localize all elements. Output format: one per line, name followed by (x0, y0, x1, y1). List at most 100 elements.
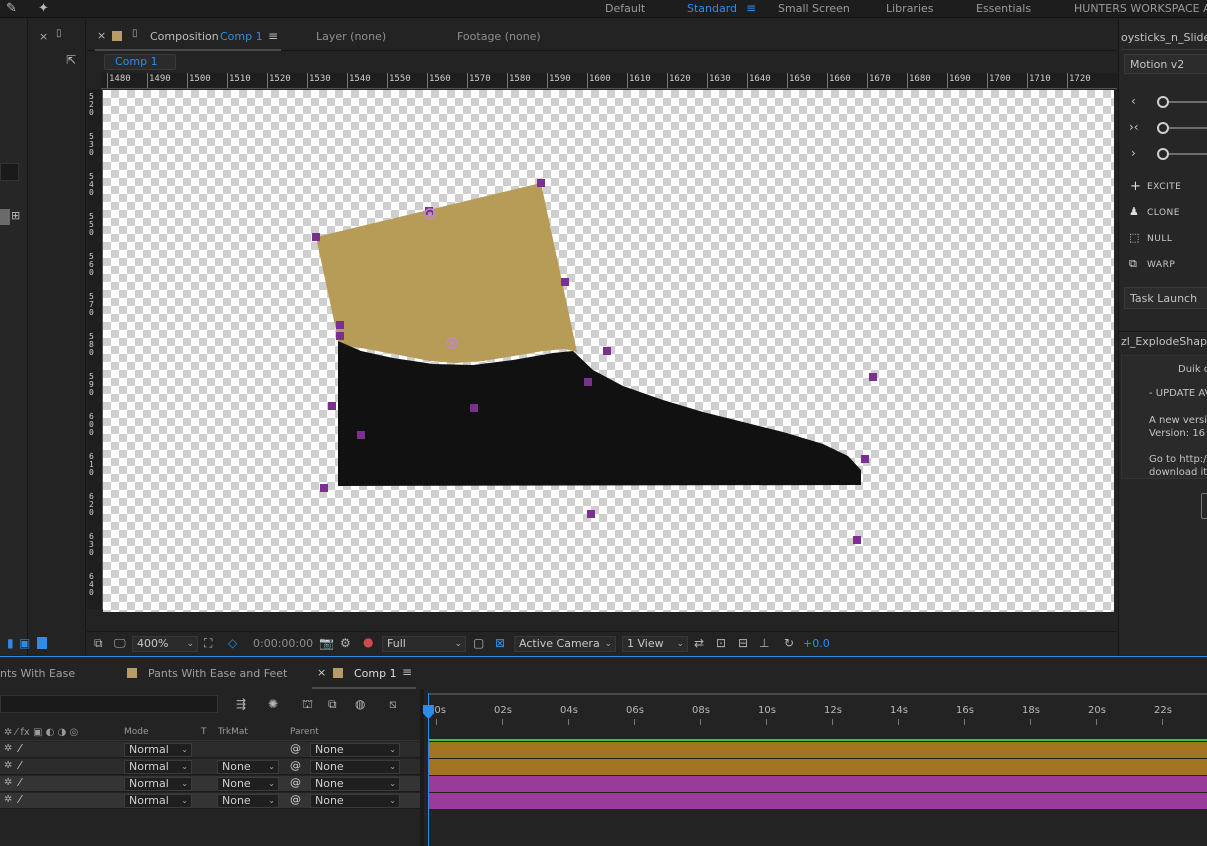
pin-tool-icon[interactable]: ✦ (38, 1, 49, 16)
layer-row[interactable]: ✲ ⁄ Normal ⌄ None ⌄ @ None ⌄ (0, 759, 420, 775)
slider-row-1[interactable]: ‹ (1129, 94, 1207, 108)
monitor-icon[interactable]: 🖵 (114, 636, 126, 650)
always-preview-icon[interactable]: ⧉ (94, 636, 103, 650)
task-launch-field[interactable]: Task Launch (1124, 287, 1207, 309)
show-snapshot-icon[interactable]: ⚙ (340, 636, 351, 650)
null-button[interactable]: NULL (1147, 234, 1172, 244)
clone-button[interactable]: CLONE (1147, 208, 1180, 218)
toggle-pixel-aspect-icon[interactable]: ⇄ (694, 636, 704, 650)
layer-search-input[interactable] (0, 695, 218, 713)
lock-icon[interactable]: ▯ (132, 28, 138, 39)
toggle-mask-icon[interactable] (37, 637, 47, 649)
quality-icon[interactable]: ⁄ (19, 776, 21, 789)
collapse-icon[interactable]: ✲ (4, 794, 12, 805)
collapse-icon[interactable]: ✲ (4, 777, 12, 788)
tab-composition-label[interactable]: Composition (150, 30, 219, 43)
quality-icon[interactable]: ⁄ (19, 759, 21, 772)
comp-breadcrumb[interactable]: Comp 1 (104, 54, 176, 70)
workspace-small-screen[interactable]: Small Screen (778, 2, 850, 15)
slider-knob[interactable] (1157, 96, 1169, 108)
resolution-dropdown[interactable]: Full ⌄ (382, 636, 466, 652)
mask-visibility-icon[interactable]: ◇ (228, 636, 237, 650)
parent-dropdown[interactable]: None ⌄ (310, 794, 400, 808)
tab-pants-with-ease[interactable]: nts With Ease (0, 667, 75, 680)
close-icon[interactable]: × (317, 666, 326, 679)
collapse-icon[interactable]: ✲ (4, 760, 12, 771)
pen-tool-icon[interactable]: ✎ (6, 1, 17, 16)
workspace-hunters[interactable]: HUNTERS WORKSPACE AD (1074, 2, 1207, 15)
transparency-grid-icon[interactable]: ⊠ (495, 636, 505, 650)
workspace-essentials[interactable]: Essentials (976, 2, 1031, 15)
camera-dropdown[interactable]: Active Camera ⌄ (514, 636, 616, 652)
frame-blending-icon[interactable]: ⧉ (328, 697, 337, 711)
layer-duration-bar[interactable] (428, 759, 1207, 775)
fit-frame-icon[interactable]: ⛶ (204, 636, 212, 650)
region-of-interest-icon[interactable]: ▢ (473, 636, 484, 650)
layer-row[interactable]: ✲ ⁄ Normal ⌄ None ⌄ @ None ⌄ (0, 776, 420, 792)
slider-row-3[interactable]: › (1129, 146, 1207, 160)
timeline-toggle-icon[interactable]: ⊟ (738, 636, 748, 650)
pickwhip-icon[interactable]: @ (290, 759, 301, 772)
column-parent[interactable]: Parent (290, 727, 319, 737)
motion-version-dropdown[interactable]: Motion v2 (1124, 54, 1207, 74)
tab-menu-icon[interactable]: ≡ (402, 665, 412, 679)
tab-composition-name[interactable]: Comp 1 (220, 30, 263, 43)
script-button[interactable] (1201, 493, 1207, 519)
mode-dropdown[interactable]: Normal ⌄ (124, 794, 192, 808)
close-icon[interactable]: × (39, 30, 48, 43)
column-t[interactable]: T (201, 727, 207, 737)
slider-knob[interactable] (1157, 122, 1169, 134)
timecode-field[interactable]: 0:00:00:00 (248, 636, 316, 652)
flowchart-icon[interactable]: ⊥ (759, 636, 769, 650)
layer-row[interactable]: ✲ ⁄ Normal ⌄ None ⌄ @ None ⌄ (0, 793, 420, 809)
flowchart-icon[interactable]: ⇱ (66, 53, 76, 67)
mode-dropdown[interactable]: Normal ⌄ (124, 760, 192, 774)
hierarchy-icon[interactable]: ⊞ (11, 209, 20, 222)
left-panel-selected-item[interactable] (0, 209, 10, 225)
trkmat-dropdown[interactable]: None ⌄ (217, 794, 279, 808)
quality-icon[interactable]: ⁄ (19, 793, 21, 806)
slider-knob[interactable] (1157, 148, 1169, 160)
mode-dropdown[interactable]: Normal ⌄ (124, 777, 192, 791)
column-mode[interactable]: Mode (124, 727, 149, 737)
composition-mini-flowchart-icon[interactable]: ⇶ (236, 697, 246, 711)
comp-viewer[interactable] (103, 90, 1114, 612)
collapse-icon[interactable]: ✲ (4, 743, 12, 754)
pickwhip-icon[interactable]: @ (290, 776, 301, 789)
tab-comp-1[interactable]: Comp 1 (354, 667, 397, 680)
left-panel-field[interactable] (0, 163, 19, 181)
layer-duration-bar[interactable] (428, 776, 1207, 792)
graph-editor-icon[interactable]: ⧅ (389, 697, 397, 711)
trkmat-dropdown[interactable]: None ⌄ (217, 777, 279, 791)
tab-footage[interactable]: Footage (none) (457, 30, 541, 43)
fast-previews-icon[interactable]: ⊡ (716, 636, 726, 650)
parent-dropdown[interactable]: None ⌄ (310, 760, 400, 774)
layer-row[interactable]: ✲ ⁄ Normal ⌄ @ None ⌄ (0, 742, 420, 758)
mode-dropdown[interactable]: Normal ⌄ (124, 743, 192, 757)
camera-snapshot-icon[interactable]: 📷 (319, 636, 334, 650)
pickwhip-icon[interactable]: @ (290, 742, 301, 755)
views-dropdown[interactable]: 1 View ⌄ (622, 636, 688, 652)
workspace-standard[interactable]: Standard (687, 2, 737, 15)
workspace-default[interactable]: Default (605, 2, 645, 15)
quality-icon[interactable]: ⁄ (19, 742, 21, 755)
warp-button[interactable]: WARP (1147, 260, 1175, 270)
zoom-dropdown[interactable]: 400% ⌄ (132, 636, 198, 652)
workspace-menu-icon[interactable]: ≡ (746, 1, 756, 15)
trkmat-dropdown[interactable]: None ⌄ (217, 760, 279, 774)
layer-duration-bar[interactable] (428, 742, 1207, 758)
time-ruler[interactable]: 00s 02s 04s 06s 08s 10s 12s 14s 16s 18s 20s 22s (424, 695, 1207, 725)
parent-dropdown[interactable]: None ⌄ (310, 777, 400, 791)
reset-exposure-icon[interactable]: ↻ (784, 636, 794, 650)
toggle-transparency-icon[interactable]: ▣ (19, 636, 30, 650)
close-icon[interactable]: × (97, 29, 106, 42)
excite-button[interactable]: EXCITE (1147, 182, 1181, 192)
exposure-value[interactable]: +0.0 (803, 637, 830, 650)
shy-layers-icon[interactable]: ⛫ (302, 697, 313, 711)
channel-icon[interactable]: ● (363, 635, 373, 649)
lock-icon[interactable]: ▯ (56, 28, 62, 39)
parent-dropdown[interactable]: None ⌄ (310, 743, 400, 757)
tab-menu-icon[interactable]: ≡ (268, 29, 278, 43)
tab-pants-with-ease-and-feet[interactable]: Pants With Ease and Feet (148, 667, 287, 680)
layer-duration-bar[interactable] (428, 793, 1207, 809)
